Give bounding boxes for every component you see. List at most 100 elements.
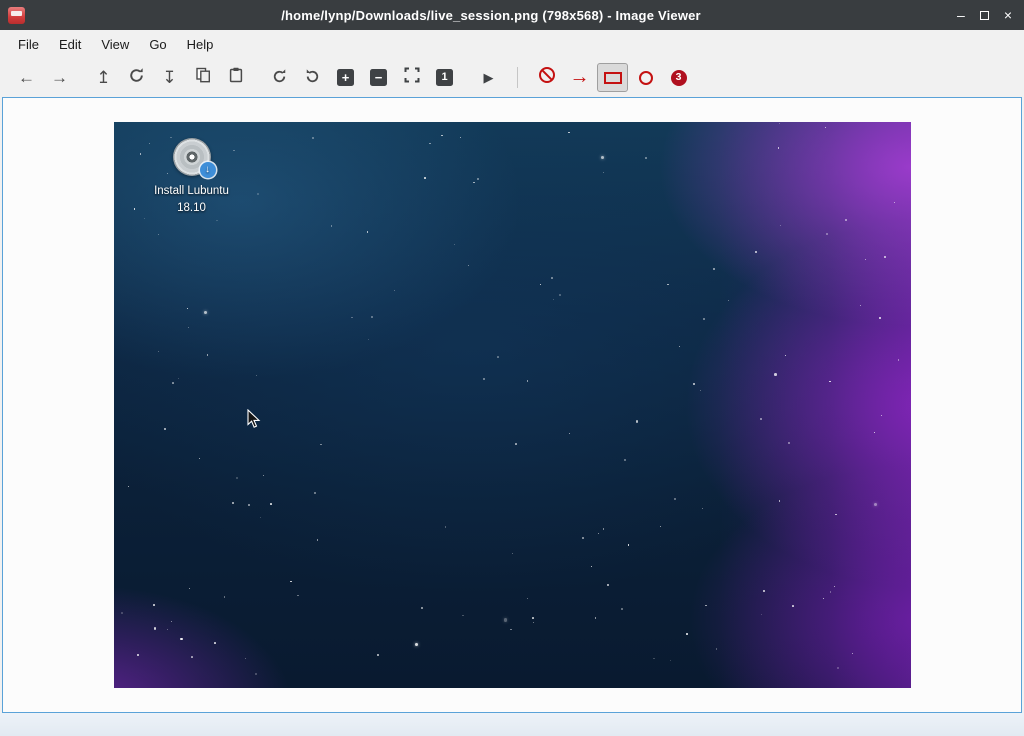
star — [653, 658, 654, 659]
star — [785, 355, 786, 356]
star — [533, 622, 535, 624]
star — [255, 673, 257, 675]
star — [128, 486, 130, 488]
star — [429, 143, 430, 144]
star — [779, 500, 781, 502]
star — [263, 475, 264, 476]
maximize-icon — [980, 11, 989, 20]
annotate-number-button[interactable]: 3 — [663, 63, 694, 92]
star — [415, 643, 418, 646]
tool-bar: ← → ↥ ↧ + − 1 ▶ — [0, 58, 1024, 97]
window-title: /home/lynp/Downloads/live_session.png (7… — [25, 8, 957, 23]
desktop-icon-label-line2: 18.10 — [177, 200, 206, 217]
menu-go[interactable]: Go — [139, 33, 176, 56]
original-size-button[interactable]: 1 — [429, 63, 460, 92]
rotate-cw-icon — [271, 67, 288, 89]
zoom-in-icon: + — [337, 69, 354, 86]
star — [497, 356, 499, 358]
star — [290, 581, 292, 583]
star — [598, 533, 599, 534]
star — [830, 591, 832, 593]
paste-button[interactable] — [220, 63, 251, 92]
star — [144, 218, 146, 220]
circle-icon — [639, 71, 653, 85]
star — [591, 566, 592, 567]
star — [835, 514, 837, 516]
no-symbol-icon — [538, 66, 556, 89]
star — [823, 598, 824, 599]
star — [601, 156, 604, 159]
reload-icon — [128, 67, 145, 89]
rotate-ccw-icon — [304, 67, 321, 89]
star — [394, 290, 395, 291]
star — [763, 590, 765, 592]
star — [204, 311, 207, 314]
star — [460, 137, 461, 138]
star — [441, 135, 443, 137]
star — [371, 316, 373, 318]
star — [728, 300, 729, 301]
save-button[interactable]: ↧ — [154, 63, 185, 92]
star — [845, 219, 847, 221]
screenshot-image[interactable]: ↓ Install Lubuntu 18.10 — [114, 122, 911, 688]
star — [189, 588, 190, 589]
star — [510, 629, 511, 630]
star — [331, 225, 333, 227]
star — [473, 182, 475, 184]
reload-button[interactable] — [121, 63, 152, 92]
menu-file[interactable]: File — [8, 33, 49, 56]
play-slideshow-button[interactable]: ▶ — [473, 63, 504, 92]
star — [317, 539, 319, 541]
maximize-button[interactable] — [980, 11, 989, 20]
star — [468, 265, 469, 266]
fit-window-button[interactable] — [396, 63, 427, 92]
menu-help[interactable]: Help — [177, 33, 224, 56]
download-arrow-badge-icon: ↓ — [200, 162, 216, 178]
rotate-cw-button[interactable] — [264, 63, 295, 92]
star — [624, 459, 626, 461]
star — [829, 381, 831, 383]
menu-edit[interactable]: Edit — [49, 33, 91, 56]
star — [860, 305, 861, 306]
star — [154, 627, 157, 630]
copy-icon — [195, 67, 211, 88]
star — [245, 658, 246, 659]
zoom-out-button[interactable]: − — [363, 63, 394, 92]
star — [180, 638, 182, 640]
star — [874, 503, 877, 506]
annotate-rect-button[interactable] — [597, 63, 628, 92]
title-bar[interactable]: /home/lynp/Downloads/live_session.png (7… — [0, 0, 1024, 30]
star — [778, 147, 779, 148]
star — [515, 443, 517, 445]
annotate-none-button[interactable] — [531, 63, 562, 92]
forward-button[interactable]: → — [44, 63, 75, 92]
annotate-arrow-button[interactable]: → — [564, 63, 595, 92]
star — [760, 418, 762, 420]
star — [603, 172, 605, 174]
star — [199, 458, 200, 459]
back-button[interactable]: ← — [11, 63, 42, 92]
close-button[interactable]: × — [1004, 8, 1012, 22]
star — [645, 157, 647, 159]
star — [700, 390, 701, 391]
annotate-circle-button[interactable] — [630, 63, 661, 92]
star — [603, 528, 604, 529]
star — [462, 615, 464, 617]
star — [569, 433, 570, 434]
upload-button[interactable]: ↥ — [88, 63, 119, 92]
image-viewport[interactable]: ↓ Install Lubuntu 18.10 — [2, 97, 1022, 713]
star — [898, 359, 900, 361]
star — [607, 584, 608, 585]
rotate-ccw-button[interactable] — [297, 63, 328, 92]
star — [232, 502, 234, 504]
star — [686, 633, 688, 635]
star — [377, 654, 379, 656]
minimize-button[interactable]: – — [957, 8, 965, 22]
zoom-in-button[interactable]: + — [330, 63, 361, 92]
copy-button[interactable] — [187, 63, 218, 92]
star — [693, 383, 695, 385]
star — [454, 244, 455, 245]
star — [559, 294, 561, 296]
menu-view[interactable]: View — [91, 33, 139, 56]
star — [894, 202, 895, 203]
